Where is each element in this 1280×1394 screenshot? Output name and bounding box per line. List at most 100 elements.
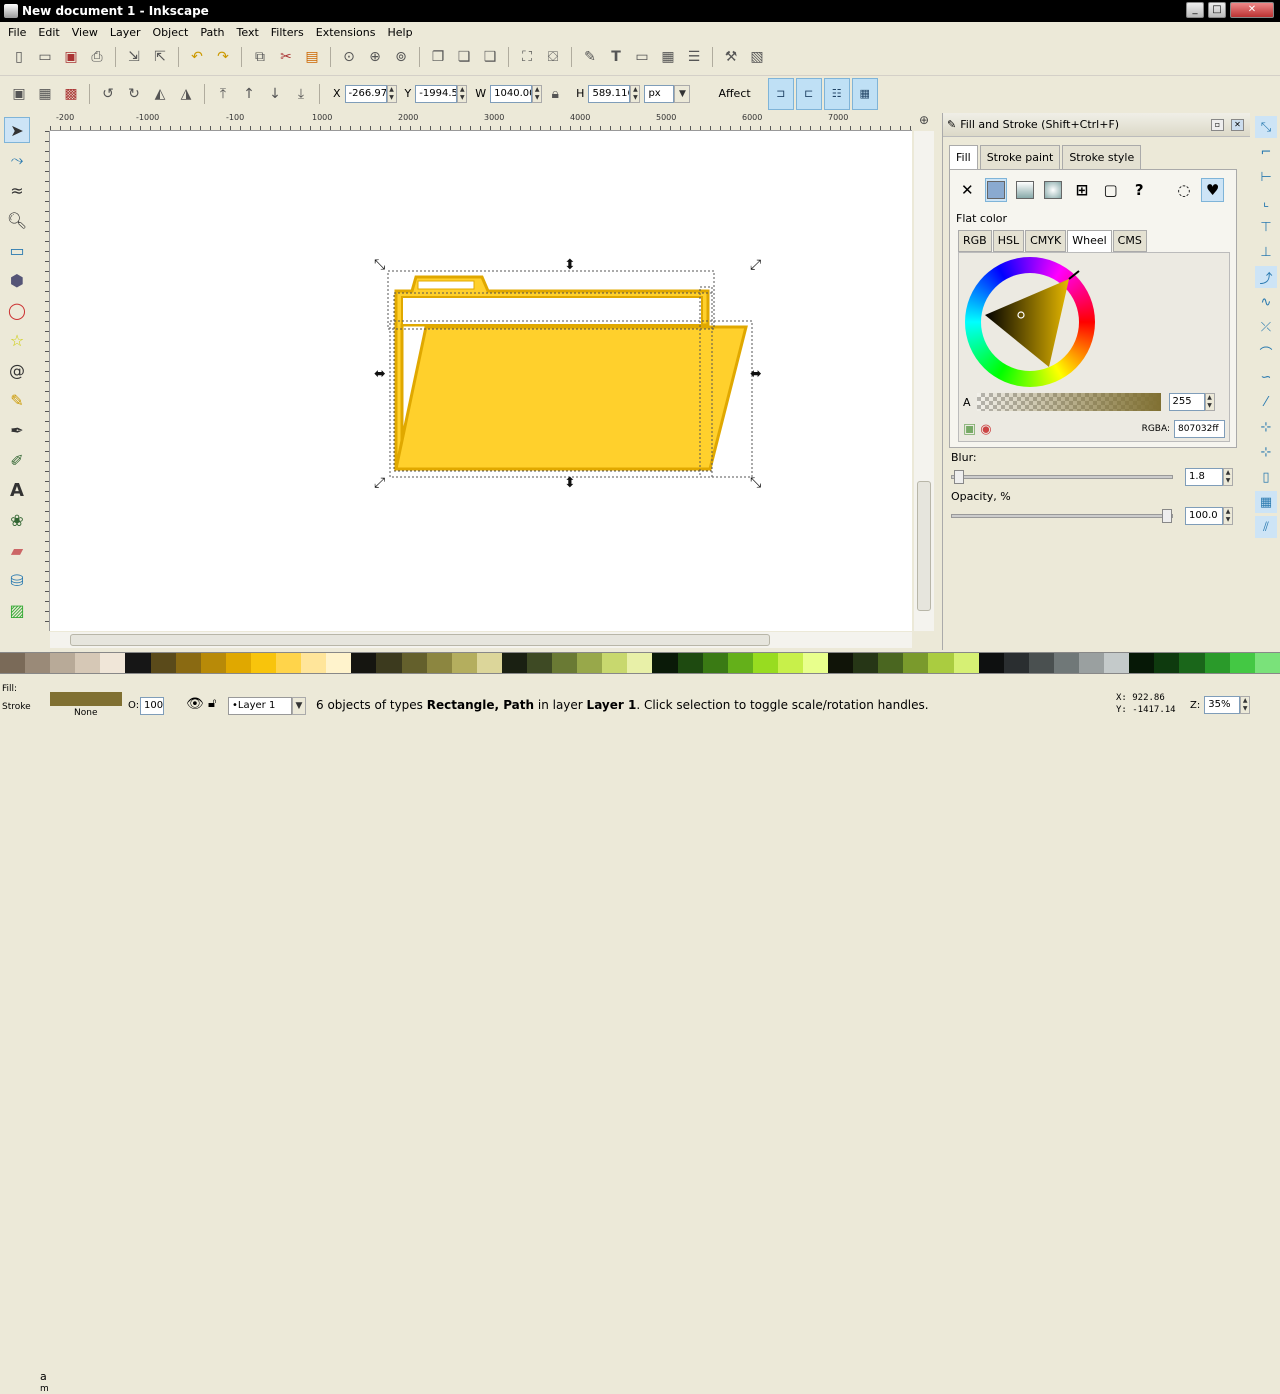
group-icon[interactable]: ⛶ bbox=[516, 46, 538, 68]
save-icon[interactable]: ▣ bbox=[60, 46, 82, 68]
lower-bottom-icon[interactable]: ⤓ bbox=[290, 83, 312, 105]
pencil-tool-icon[interactable]: ✎ bbox=[4, 387, 30, 413]
tab-wheel[interactable]: Wheel bbox=[1067, 230, 1112, 252]
color-wheel[interactable] bbox=[965, 257, 1095, 387]
ellipse-tool-icon[interactable]: ◯ bbox=[4, 297, 30, 323]
raise-top-icon[interactable]: ⤒ bbox=[212, 83, 234, 105]
3d-box-tool-icon[interactable]: ⬢ bbox=[4, 267, 30, 293]
color-palette[interactable] bbox=[0, 652, 1280, 674]
scroll-thumb[interactable] bbox=[917, 481, 931, 611]
palette-swatch[interactable] bbox=[326, 653, 352, 673]
palette-swatch[interactable] bbox=[953, 653, 979, 673]
lock-icon[interactable]: 🔒︎ bbox=[544, 83, 566, 105]
close-button[interactable]: ✕ bbox=[1230, 2, 1274, 18]
unlink-clone-icon[interactable]: ❑ bbox=[479, 46, 501, 68]
redo-icon[interactable]: ↷ bbox=[212, 46, 234, 68]
snap-grid-icon[interactable]: ▦ bbox=[1255, 491, 1277, 513]
cut-icon[interactable]: ✂ bbox=[275, 46, 297, 68]
palette-swatch[interactable] bbox=[853, 653, 879, 673]
palette-swatch[interactable] bbox=[803, 653, 829, 673]
zoom-drawing-icon[interactable]: ⊕ bbox=[364, 46, 386, 68]
rotate-ccw-icon[interactable]: ↺ bbox=[97, 83, 119, 105]
palette-swatch[interactable] bbox=[903, 653, 929, 673]
layer-visibility-icon[interactable]: 👁︎ bbox=[186, 696, 204, 712]
dock-close-button[interactable]: ✕ bbox=[1231, 119, 1244, 131]
paint-bucket-tool-icon[interactable]: ⛁ bbox=[4, 567, 30, 593]
minimize-button[interactable]: _ bbox=[1186, 2, 1204, 18]
drawing-canvas[interactable]: ⤡ ⬍ ⤢ ⬌ ⬌ ⤢ ⬍ ⤡ bbox=[50, 131, 912, 631]
palette-swatch[interactable] bbox=[501, 653, 527, 673]
menu-object[interactable]: Object bbox=[147, 26, 195, 39]
snap-paths-icon[interactable]: ∿ bbox=[1255, 291, 1277, 313]
calligraphy-tool-icon[interactable]: ✐ bbox=[4, 447, 30, 473]
menu-help[interactable]: Help bbox=[381, 26, 418, 39]
w-spinner[interactable]: ▲ ▼ bbox=[532, 84, 543, 103]
snap-intersections-icon[interactable]: ⤫ bbox=[1255, 316, 1277, 338]
fill-rule-nonzero-icon[interactable]: ♥ bbox=[1201, 178, 1224, 202]
palette-swatch[interactable] bbox=[225, 653, 251, 673]
undo-icon[interactable]: ↶ bbox=[186, 46, 208, 68]
palette-swatch[interactable] bbox=[150, 653, 176, 673]
palette-swatch[interactable] bbox=[577, 653, 603, 673]
snap-bbox-center-icon[interactable]: ⊥ bbox=[1255, 241, 1277, 263]
affect-gradient-toggle[interactable]: ☷ bbox=[823, 77, 850, 110]
selector-tool-icon[interactable]: ➤ bbox=[4, 117, 30, 143]
palette-swatch[interactable] bbox=[301, 653, 327, 673]
zoom-page-icon[interactable]: ⊚ bbox=[390, 46, 412, 68]
alpha-input[interactable]: 255 bbox=[1168, 393, 1205, 411]
palette-swatch[interactable] bbox=[1154, 653, 1180, 673]
new-document-icon[interactable]: ▯ bbox=[8, 46, 30, 68]
palette-swatch[interactable] bbox=[50, 653, 76, 673]
y-spinner[interactable]: ▲ ▼ bbox=[457, 84, 468, 103]
palette-swatch[interactable] bbox=[526, 653, 553, 673]
maximize-button[interactable]: □ bbox=[1208, 2, 1226, 18]
pattern-icon[interactable]: ⊞ bbox=[1071, 178, 1094, 202]
palette-swatch[interactable] bbox=[250, 653, 277, 673]
x-input[interactable]: -266.97 bbox=[344, 84, 387, 103]
xml-editor-icon[interactable]: ▦ bbox=[657, 46, 679, 68]
palette-swatch[interactable] bbox=[75, 653, 101, 673]
lower-icon[interactable]: ↓ bbox=[264, 83, 286, 105]
palette-swatch[interactable] bbox=[200, 653, 226, 673]
snap-bbox-edge-icon[interactable]: ⊢ bbox=[1255, 166, 1277, 188]
tab-fill[interactable]: Fill bbox=[949, 145, 978, 169]
w-input[interactable]: 1040.00 bbox=[490, 84, 533, 103]
x-spinner[interactable]: ▲ ▼ bbox=[386, 84, 397, 103]
palette-swatch[interactable] bbox=[1179, 653, 1205, 673]
tab-stroke-paint[interactable]: Stroke paint bbox=[979, 145, 1061, 169]
tab-hsl[interactable]: HSL bbox=[992, 230, 1025, 252]
gradient-tool-icon[interactable]: ▨ bbox=[4, 597, 30, 623]
palette-swatch[interactable] bbox=[552, 653, 578, 673]
rectangle-tool-icon[interactable]: ▭ bbox=[4, 237, 30, 263]
text-tool-icon[interactable]: A bbox=[4, 477, 30, 503]
palette-swatch[interactable] bbox=[1053, 653, 1080, 673]
palette-swatch[interactable] bbox=[351, 653, 377, 673]
palette-swatch[interactable] bbox=[175, 653, 201, 673]
rgba-input[interactable]: 807032ff bbox=[1174, 420, 1225, 438]
no-paint-icon[interactable]: ✕ bbox=[956, 178, 979, 202]
zoom-selection-icon[interactable]: ⊙ bbox=[338, 46, 360, 68]
snap-object-center-icon[interactable]: ⊹ bbox=[1255, 416, 1277, 438]
paste-icon[interactable]: ▤ bbox=[301, 46, 323, 68]
fill-rule-evenodd-icon[interactable]: ◌ bbox=[1173, 178, 1196, 202]
palette-swatch[interactable] bbox=[1104, 653, 1130, 673]
flip-horizontal-icon[interactable]: ◭ bbox=[149, 83, 171, 105]
node-tool-icon[interactable]: ⤳ bbox=[4, 147, 30, 173]
duplicate-icon[interactable]: ❐ bbox=[427, 46, 449, 68]
spray-tool-icon[interactable]: ❀ bbox=[4, 507, 30, 533]
layer-dropdown-icon[interactable]: ▼ bbox=[292, 697, 306, 715]
swatch-icon[interactable]: ▢ bbox=[1099, 178, 1122, 202]
palette-swatch[interactable] bbox=[627, 653, 653, 673]
blur-spinner[interactable]: ▲ ▼ bbox=[1223, 468, 1233, 486]
ungroup-icon[interactable]: ⛋ bbox=[542, 46, 564, 68]
palette-swatch[interactable] bbox=[677, 653, 703, 673]
palette-swatch[interactable] bbox=[928, 653, 954, 673]
tab-cms[interactable]: CMS bbox=[1112, 230, 1147, 252]
zoom-tool-icon[interactable]: 🔍︎ bbox=[4, 207, 30, 233]
clone-icon[interactable]: ❏ bbox=[453, 46, 475, 68]
h-input[interactable]: 589.116 bbox=[588, 84, 631, 103]
import-icon[interactable]: ⇲ bbox=[123, 46, 145, 68]
affect-corners-toggle[interactable]: ⊏ bbox=[795, 77, 822, 110]
dock-iconify-button[interactable]: ▫ bbox=[1211, 119, 1224, 131]
alpha-slider[interactable] bbox=[976, 393, 1161, 411]
